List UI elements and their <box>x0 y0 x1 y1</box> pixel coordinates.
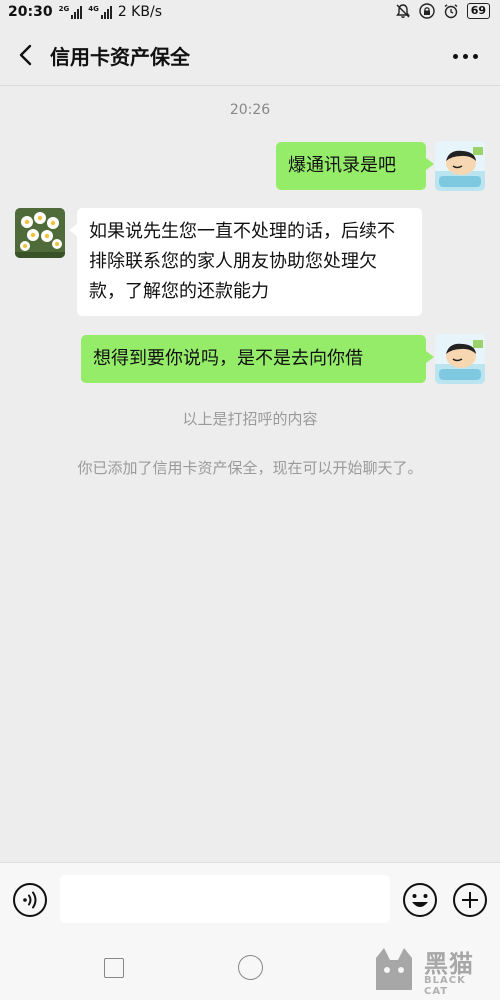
bell-off-icon <box>395 4 410 18</box>
signal-icon-sim2: 4G <box>88 5 112 19</box>
lock-icon <box>418 3 435 19</box>
chat-header: 信用卡资产保全 <box>0 26 500 86</box>
back-arrow-icon[interactable] <box>12 40 42 70</box>
more-dots-icon[interactable] <box>450 44 480 68</box>
emoji-icon[interactable] <box>402 882 438 918</box>
battery-icon: 69 <box>466 3 490 19</box>
input-bar <box>0 862 500 936</box>
plus-icon[interactable] <box>452 882 488 918</box>
flower-avatar-icon <box>15 208 65 258</box>
contact-avatar[interactable] <box>15 208 65 258</box>
chat-timestamp: 20:26 <box>229 102 271 118</box>
system-message: 以上是打招呼的内容 <box>182 410 318 428</box>
message-text: 想得到要你说吗，是不是去向你借 <box>93 348 363 369</box>
status-bar: 20:30 2G 4G 2 KB/s 69 <box>0 0 500 26</box>
message-bubble-sent[interactable]: 想得到要你说吗，是不是去向你借 <box>81 335 434 383</box>
watermark-text-en: BLACK CAT <box>424 975 466 997</box>
voice-icon[interactable] <box>12 882 48 918</box>
alarm-icon <box>444 4 458 19</box>
system-nav-bar: 黑猫 BLACK CAT <box>0 936 500 1000</box>
watermark-text-cn: 黑猫 <box>424 950 474 978</box>
home-button[interactable] <box>238 955 263 980</box>
watermark: 黑猫 BLACK CAT <box>368 944 486 997</box>
cartoon-avatar-icon <box>435 141 485 191</box>
system-message: 你已添加了信用卡资产保全，现在可以开始聊天了。 <box>77 459 423 477</box>
chat-title: 信用卡资产保全 <box>50 45 190 69</box>
signal-icon-sim1: 2G <box>59 5 83 19</box>
status-right: 69 <box>395 3 490 19</box>
message-text: 爆通讯录是吧 <box>288 155 396 176</box>
message-input[interactable] <box>60 875 390 923</box>
status-left: 20:30 2G 4G 2 KB/s <box>8 4 162 20</box>
message-text: 如果说先生您一直不处理的话，后续不排除联系您的家人朋友协助您处理欠款，了解您的还… <box>89 221 395 302</box>
status-time: 20:30 <box>8 4 53 20</box>
network-speed: 2 KB/s <box>117 4 162 20</box>
message-bubble-sent[interactable]: 爆通讯录是吧 <box>276 142 434 190</box>
my-avatar[interactable] <box>435 334 485 384</box>
my-avatar[interactable] <box>435 141 485 191</box>
cartoon-avatar-icon <box>435 334 485 384</box>
cat-logo-icon <box>376 948 412 990</box>
recents-button[interactable] <box>104 958 124 978</box>
message-bubble-received[interactable]: 如果说先生您一直不处理的话，后续不排除联系您的家人朋友协助您处理欠款，了解您的还… <box>69 208 422 316</box>
